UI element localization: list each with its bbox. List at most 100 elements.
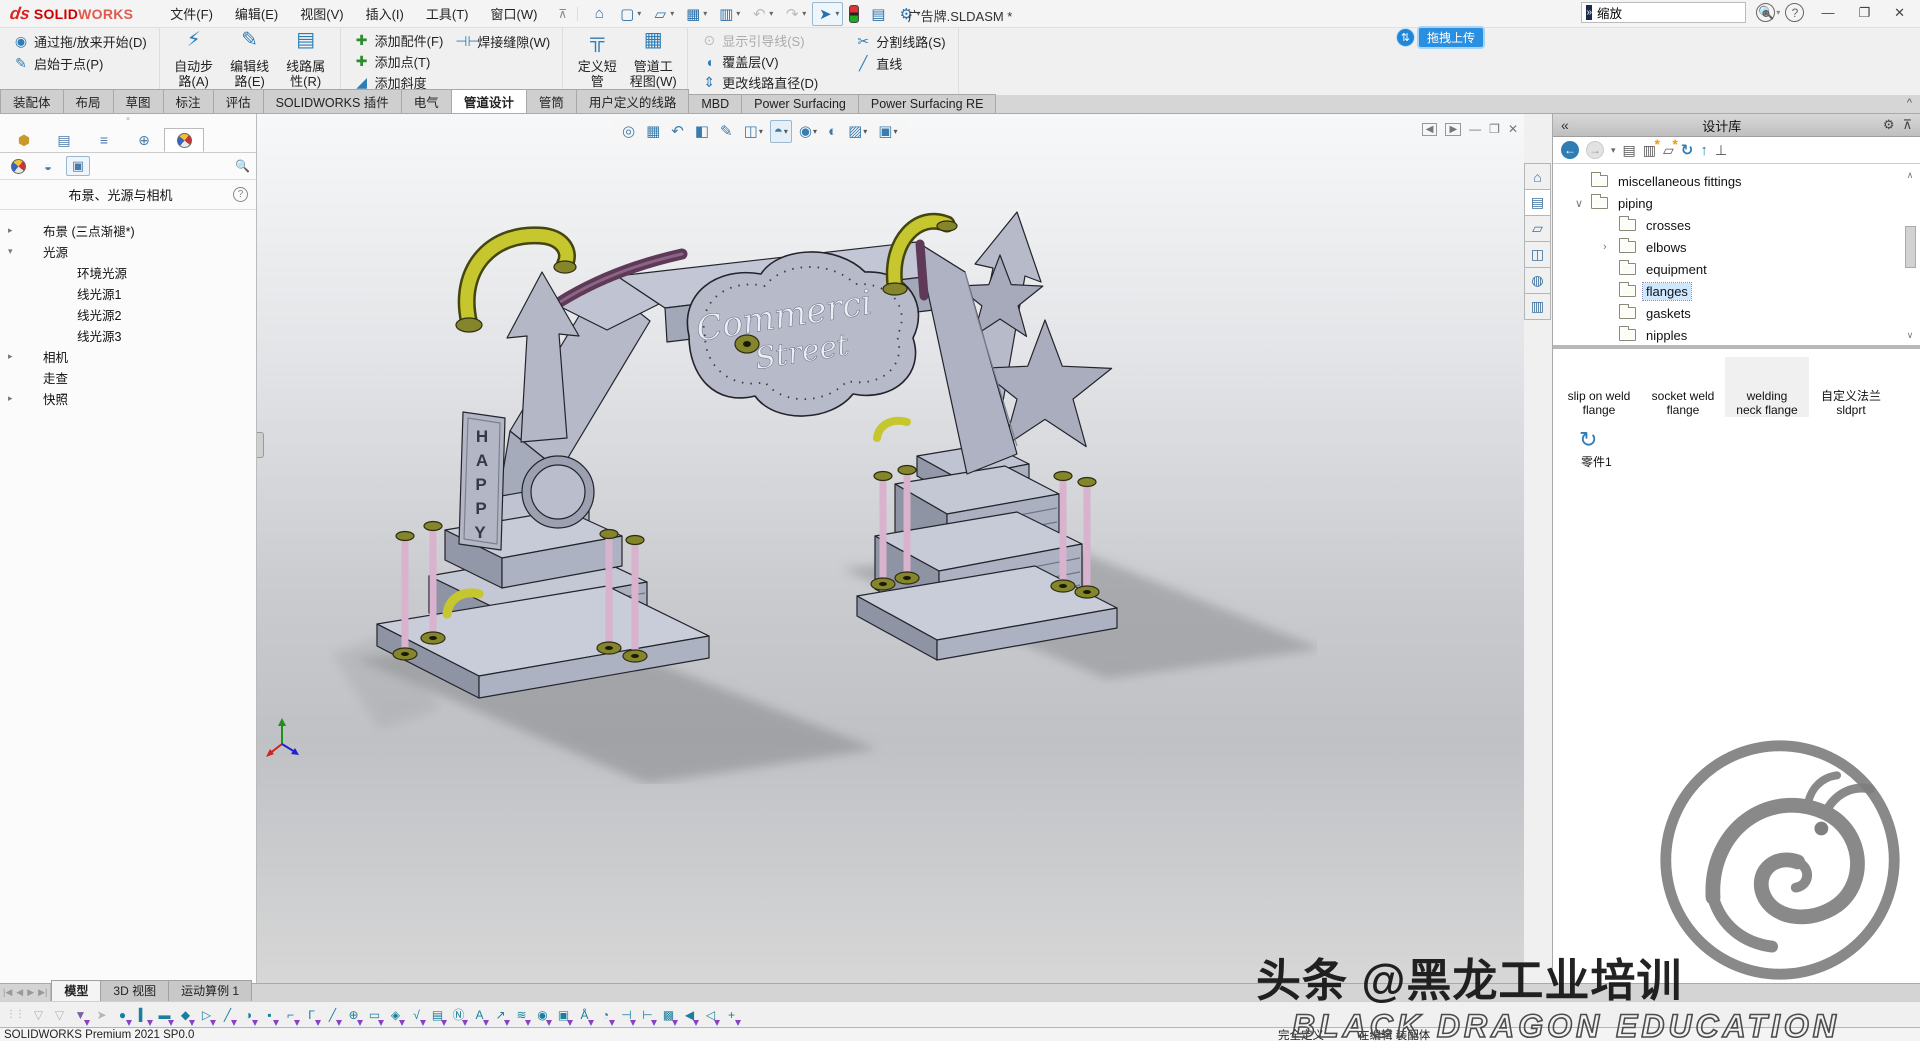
library-tree-scrollbar[interactable]: ∧ ∨ [1904,170,1918,341]
command-tab[interactable]: Power Surfacing [741,94,859,113]
library-toolbar-button[interactable]: ⊥ [1715,142,1727,159]
library-toolbar-button[interactable]: ▤ [1623,142,1636,159]
shortcut-button[interactable]: ◈ [385,1004,406,1026]
straight-line-button[interactable]: ╱直线 [848,52,951,74]
window-control-button[interactable]: ✕ [1508,122,1518,136]
tree-item[interactable]: ▸ 相机 [0,346,256,367]
library-folder-row[interactable]: miscellaneous fittings [1553,170,1920,192]
expand-icon[interactable]: ∨ [1575,197,1591,210]
document-tab[interactable]: 运动算例 1 [168,980,252,1001]
window-control-button[interactable]: ◀ [1422,123,1438,136]
show-guidelines-button[interactable]: ⊙显示引导线(S) [694,30,824,51]
add-fitting-button[interactable]: ✚添加配件(F) [347,30,450,51]
library-toolbar-button[interactable]: → [1586,141,1604,159]
view-toolbar-button[interactable]: ↶▾ [667,119,688,143]
shortcut-button[interactable]: ▷ [196,1004,217,1026]
panel-resize-grip[interactable] [257,432,264,458]
library-item-part[interactable]: ↻ 零件1 [1553,417,1920,470]
ribbon-collapse-caret[interactable]: ^ [1907,97,1912,109]
assembly-3d-model[interactable]: Commerci Street [317,184,1317,784]
search-input[interactable] [1597,6,1758,20]
covering-button[interactable]: ◖覆盖层(V) [694,51,824,72]
tree-item[interactable]: ▸ 快照 [0,388,256,409]
shortcut-button[interactable]: Ⓝ [448,1004,469,1026]
shortcut-button[interactable]: Γ [301,1004,322,1026]
scroll-up-icon[interactable]: ∧ [1904,170,1916,181]
shortcut-button[interactable]: ⊢ [637,1004,658,1026]
tree-item[interactable]: 线光源1 [0,283,256,304]
scroll-down-icon[interactable]: ∨ [1904,330,1916,341]
library-item[interactable]: welding neck flange [1725,357,1809,417]
view-toolbar-button[interactable]: ◫▾ [740,119,767,143]
search-caret-icon[interactable]: ▾ [1776,8,1780,17]
menu-item[interactable]: 文件(F) [159,0,224,28]
command-tab[interactable]: Power Surfacing RE [858,94,997,113]
view-appearances-button[interactable] [6,156,30,176]
toolbar-button[interactable]: ▤▾ [865,2,891,26]
shortcut-button[interactable]: ⊣ [616,1004,637,1026]
expand-icon[interactable]: › [1603,241,1619,253]
library-item[interactable]: socket weld flange [1641,357,1725,417]
toolbar-button[interactable]: ▾ [845,2,863,26]
library-folder-row[interactable]: equipment [1553,258,1920,280]
expand-arrow-icon[interactable]: ▸ [8,393,21,404]
tree-item[interactable]: ▸ 布景 (三点渐褪*) [0,220,256,241]
gear-icon[interactable]: ⚙ [1883,117,1895,133]
document-tab[interactable]: 模型 [51,980,101,1001]
task-pane-tab[interactable]: ◫ [1524,241,1551,268]
tab-propertymanager[interactable]: ▤ [44,128,84,152]
start-by-dragdrop-button[interactable]: ◉通过拖/放来开始(D) [6,30,153,52]
shortcut-button[interactable]: + [721,1004,742,1026]
tab-configurationmanager[interactable]: ≡ [84,128,124,152]
command-tab[interactable]: 电气 [401,89,452,113]
shortcut-button[interactable]: ▼ [70,1004,91,1026]
expand-arrow-icon[interactable]: ▸ [8,351,21,362]
shortcut-button[interactable]: ◉ [532,1004,553,1026]
view-toolbar-button[interactable]: ◧▾ [691,119,713,143]
shortcut-button[interactable]: ≋ [511,1004,532,1026]
shortcut-button[interactable]: ▪ [259,1004,280,1026]
library-folder-row[interactable]: gaskets [1553,302,1920,324]
toolbar-button[interactable]: ▦▾ [680,2,711,26]
expand-arrow-icon[interactable]: ▸ [8,225,21,236]
shortcut-button[interactable]: ● [112,1004,133,1026]
route-properties-button[interactable]: ▤线路属性(R) [278,30,334,93]
library-toolbar-button[interactable]: ▥ [1643,142,1656,159]
weld-gap-button[interactable]: ⊣⊢焊接缝隙(W) [449,30,556,52]
collapse-panel-icon[interactable]: « [1561,117,1569,133]
toolbar-button[interactable]: ↷▾ [779,2,810,26]
view-toolbar-button[interactable]: ◉▾ [795,119,821,143]
command-search-box[interactable]: » 🔍 ▾ [1581,2,1746,23]
library-toolbar-button[interactable]: ↻ [1681,141,1694,159]
shortcut-button[interactable]: Å [574,1004,595,1026]
task-pane-tab[interactable]: ⌂ [1524,163,1551,190]
view-toolbar-button[interactable]: ▣▾ [874,119,901,143]
shortcut-button[interactable]: ╱ [217,1004,238,1026]
add-point-button[interactable]: ✚添加点(T) [347,51,450,72]
command-tab[interactable]: 用户定义的线路 [576,89,690,113]
shortcut-button[interactable]: ▽ [49,1004,70,1026]
close-button[interactable]: ✕ [1887,5,1912,21]
toolbar-drag-handle[interactable]: ⋮⋮ [6,1009,24,1020]
library-folder-row[interactable]: nipples [1553,324,1920,346]
library-toolbar-button[interactable]: ▾ [1611,145,1616,156]
shortcut-button[interactable]: ▽ [28,1004,49,1026]
view-toolbar-button[interactable]: ◐▾ [824,120,841,143]
tab-displaymanager[interactable] [164,128,204,152]
shortcut-button[interactable]: ◔ [595,1004,616,1026]
task-pane-tab[interactable]: ▱ [1524,215,1551,242]
view-toolbar-button[interactable]: ✎▾ [716,119,737,143]
define-stub-button[interactable]: ╦定义短管 [569,30,625,93]
task-pane-tab[interactable]: ◍ [1524,267,1551,294]
tree-item[interactable]: ▾ 光源 [0,241,256,262]
view-toolbar-button[interactable]: ▦▾ [642,119,664,143]
shortcut-button[interactable]: ◁ [700,1004,721,1026]
split-route-button[interactable]: ✂分割线路(S) [848,30,951,52]
toolbar-button[interactable]: ▥▾ [713,2,744,26]
auto-route-button[interactable]: ⚡自动步路(A) [166,30,222,93]
library-folder-row[interactable]: › elbows [1553,236,1920,258]
task-pane-tab[interactable]: ▥ [1524,293,1551,320]
window-control-button[interactable]: — [1469,122,1481,136]
start-at-point-button[interactable]: ✎启始于点(P) [6,52,153,74]
library-folder-row[interactable]: ∨ piping [1553,192,1920,214]
